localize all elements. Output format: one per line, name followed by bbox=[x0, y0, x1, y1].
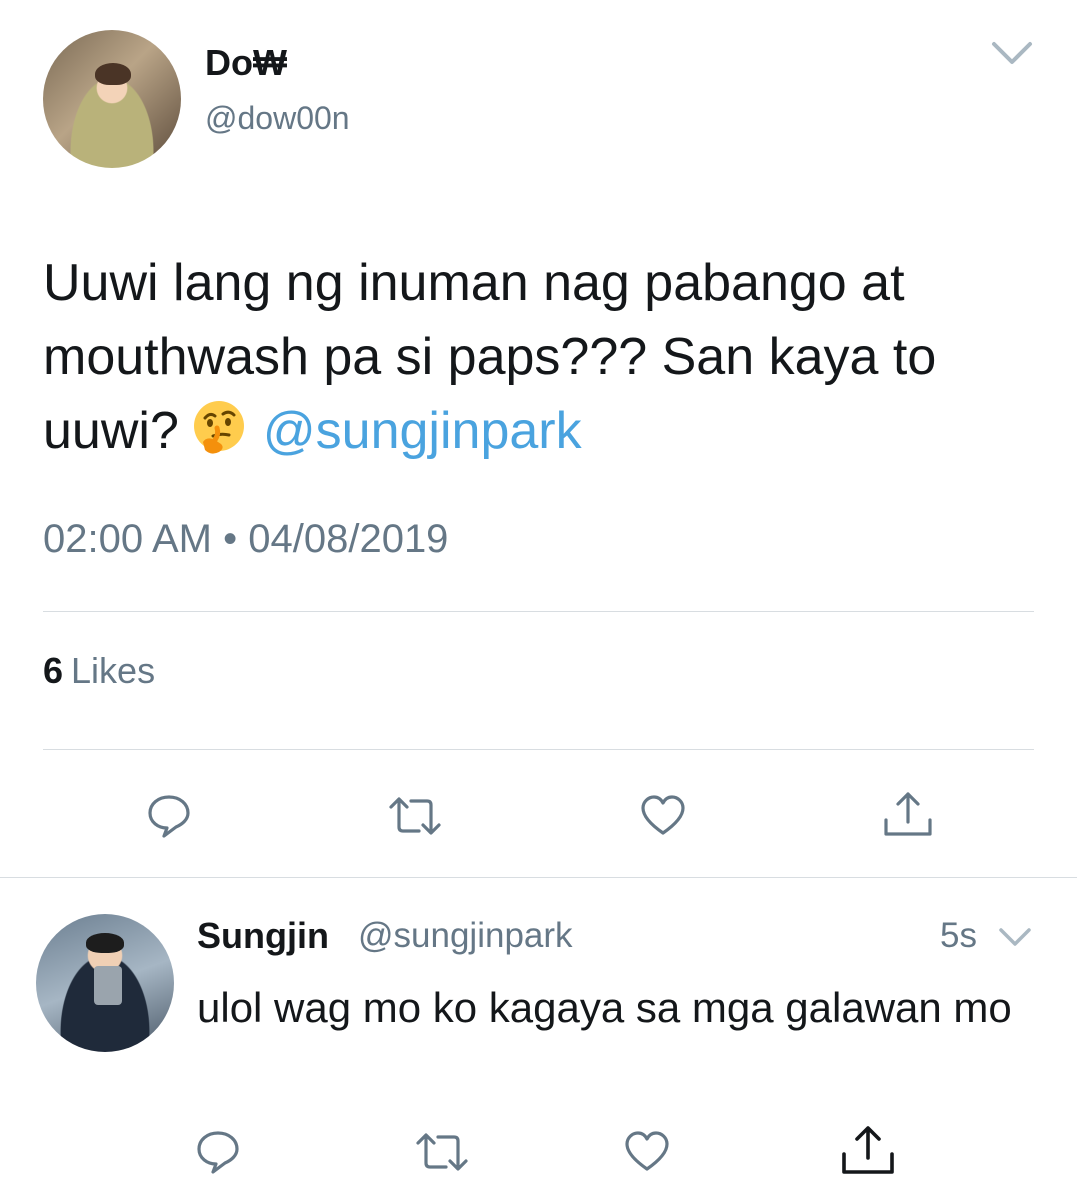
share-icon[interactable] bbox=[882, 790, 934, 840]
timestamp: 02:00 AM • 04/08/2019 bbox=[43, 517, 449, 561]
reply-display-name[interactable]: Sungjin bbox=[197, 915, 329, 957]
tweet-text: Uuwi lang ng inuman nag pabango at mouth… bbox=[43, 246, 1043, 468]
reply-user-handle[interactable]: @sungjinpark bbox=[358, 916, 573, 956]
display-name[interactable]: Do₩ bbox=[205, 42, 287, 84]
reply-time: 5s bbox=[940, 916, 977, 955]
likes-count: 6 bbox=[43, 650, 64, 691]
mention-link[interactable]: @sungjinpark bbox=[263, 402, 582, 460]
retweet-icon[interactable] bbox=[385, 793, 445, 839]
reply-avatar[interactable] bbox=[36, 914, 174, 1052]
heart-icon[interactable] bbox=[624, 1129, 670, 1175]
divider bbox=[43, 611, 1034, 612]
user-handle[interactable]: @dow00n bbox=[205, 100, 350, 137]
likes-stat[interactable]: 6 Likes bbox=[43, 650, 155, 692]
heart-icon[interactable] bbox=[640, 793, 686, 839]
reply-icon[interactable] bbox=[195, 1129, 241, 1175]
main-tweet: Do₩ @dow00n Uuwi lang ng inuman nag paba… bbox=[0, 0, 1077, 878]
thinking-face-icon bbox=[193, 401, 244, 454]
chevron-down-icon[interactable] bbox=[990, 38, 1034, 68]
reply-text: ulol wag mo ko kagaya sa mga galawan mo bbox=[197, 984, 1012, 1031]
share-icon[interactable] bbox=[840, 1124, 896, 1178]
retweet-icon[interactable] bbox=[412, 1129, 472, 1175]
reply-icon[interactable] bbox=[146, 793, 192, 839]
chevron-down-icon[interactable] bbox=[998, 926, 1032, 948]
divider bbox=[43, 749, 1034, 750]
avatar[interactable] bbox=[43, 30, 181, 168]
likes-label: Likes bbox=[71, 650, 156, 691]
